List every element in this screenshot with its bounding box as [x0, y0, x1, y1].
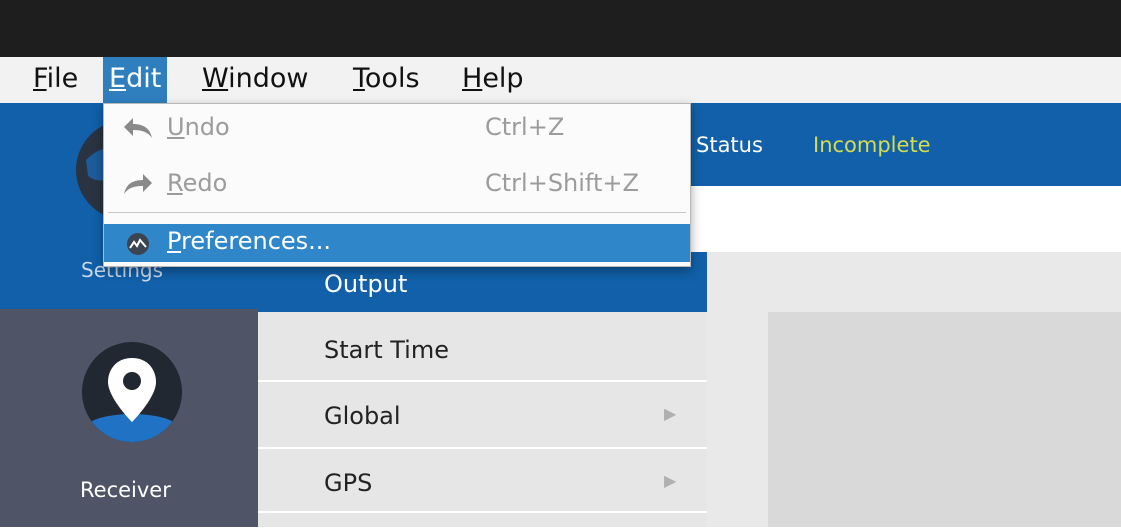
menu-tools[interactable]: Tools [347, 57, 426, 103]
menu-item-redo[interactable]: Redo Ctrl+Shift+Z [104, 166, 690, 204]
menu-separator [108, 212, 686, 213]
tree-item-label: Output [324, 270, 408, 298]
menu-item-preferences[interactable]: Preferences... [104, 224, 690, 262]
status-label: Status [696, 133, 763, 157]
tree-item-start-time[interactable]: Start Time [258, 312, 707, 382]
status-value: Incomplete [813, 133, 931, 157]
menu-item-undo[interactable]: Undo Ctrl+Z [104, 110, 690, 148]
tree-item-global[interactable]: Global ▶ [258, 382, 707, 449]
undo-icon [120, 116, 156, 142]
menu-edit[interactable]: Edit [103, 57, 168, 103]
content-panel [768, 312, 1121, 527]
tree-item-label: Global [324, 402, 401, 430]
preferences-icon [120, 230, 156, 256]
menu-item-label: Redo [167, 169, 228, 197]
tree-item-gps[interactable]: GPS ▶ [258, 449, 707, 513]
tree-item-label: GPS [324, 469, 373, 497]
menu-help[interactable]: Help [456, 57, 530, 103]
menu-item-label: Undo [167, 113, 230, 141]
expand-arrow-icon[interactable]: ▶ [664, 471, 676, 490]
location-pin-icon [82, 342, 182, 442]
redo-icon [120, 172, 156, 198]
window-title-bar [0, 0, 1121, 57]
edit-menu-dropdown: Undo Ctrl+Z Redo Ctrl+Shift+Z Preference… [103, 103, 691, 267]
menu-item-label: Preferences... [167, 227, 332, 255]
tree-item-label: Start Time [324, 336, 449, 364]
menu-item-shortcut: Ctrl+Z [485, 113, 565, 141]
menu-file[interactable]: File [27, 57, 84, 103]
menu-bar: File Edit Window Tools Help [0, 57, 1121, 104]
expand-arrow-icon[interactable]: ▶ [664, 404, 676, 423]
menu-window[interactable]: Window [196, 57, 314, 103]
sidebar-item-label: Receiver [80, 478, 171, 502]
menu-item-shortcut: Ctrl+Shift+Z [485, 169, 639, 197]
